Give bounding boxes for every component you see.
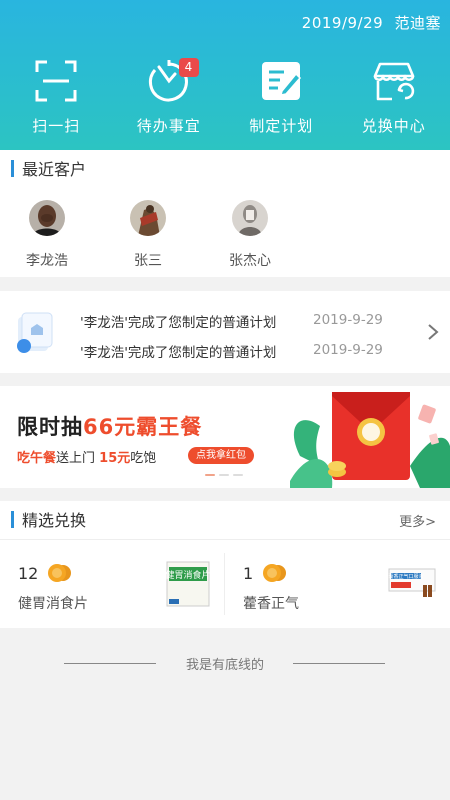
featured-exchange-title-text: 精选兑换	[22, 511, 87, 530]
end-of-list-indicator: 我是有底线的	[0, 652, 450, 674]
avatar	[29, 200, 65, 236]
points: 1	[243, 563, 287, 583]
recent-customers-title: 最近客户	[11, 158, 87, 179]
plan-icon	[262, 62, 302, 100]
divider	[293, 663, 385, 664]
banner-title: 限时抽66元霸王餐	[17, 411, 202, 441]
promo-banner[interactable]: 限时抽66元霸王餐 吃午餐送上门 15元吃饱 点我拿红包	[0, 386, 450, 488]
plan-button[interactable]: 制定计划	[225, 58, 338, 136]
section-marker	[11, 510, 14, 528]
todo-button[interactable]: 4 待办事宜	[113, 58, 226, 136]
todo-label: 待办事宜	[136, 117, 201, 135]
header: 2019/9/29 范迪塞 扫一扫 4 待办事宜 制定计划 兑换中心	[0, 0, 450, 150]
divider	[0, 539, 450, 540]
banner-sub-amount: 15元	[99, 451, 131, 466]
customer-item[interactable]: 张杰心	[205, 200, 295, 270]
banner-sub-highlight: 吃午餐	[17, 451, 57, 466]
user-name[interactable]: 范迪塞	[394, 14, 441, 32]
product-pack-text: 藿香正气口服液	[388, 573, 423, 580]
coin-icon	[48, 564, 72, 582]
customer-item[interactable]: 李龙浩	[2, 200, 92, 270]
header-date: 2019/9/29	[301, 14, 384, 32]
todo-badge: 4	[178, 58, 199, 77]
quick-actions: 扫一扫 4 待办事宜 制定计划 兑换中心	[0, 58, 450, 136]
featured-exchange-section: 精选兑换 更多> 12 健胃消食片 健胃消食片 1 藿香正气 藿香正气口服液	[0, 501, 450, 628]
notice-document-icon	[17, 312, 53, 353]
banner-sub-end: 吃饱	[130, 451, 157, 466]
red-envelope-illustration	[290, 392, 450, 488]
points-value: 1	[243, 563, 254, 583]
recent-customers-title-text: 最近客户	[22, 160, 87, 179]
customer-name: 张三	[134, 253, 162, 269]
product-image: 健胃消食片	[166, 561, 210, 607]
scan-button[interactable]: 扫一扫	[0, 58, 113, 136]
avatar	[130, 200, 166, 236]
more-link[interactable]: 更多>	[399, 511, 436, 530]
banner-title-prefix: 限时抽	[17, 415, 83, 439]
chevron-right-icon[interactable]	[426, 324, 440, 340]
notification-text: '李龙浩'完成了您制定的普通计划	[80, 345, 277, 361]
plan-label: 制定计划	[249, 117, 314, 135]
exchange-item[interactable]: 12 健胃消食片 健胃消食片	[0, 549, 224, 619]
header-info: 2019/9/29 范迪塞	[296, 12, 441, 33]
exchange-center-label: 兑换中心	[361, 117, 426, 135]
notification-date: 2019-9-29	[313, 342, 383, 358]
exchange-item[interactable]: 1 藿香正气 藿香正气口服液	[225, 549, 449, 619]
notifications-panel[interactable]: '李龙浩'完成了您制定的普通计划 2019-9-29 '李龙浩'完成了您制定的普…	[0, 291, 450, 373]
get-red-packet-button[interactable]: 点我拿红包	[188, 447, 254, 464]
product-name: 藿香正气	[243, 596, 299, 612]
customer-item[interactable]: 张三	[103, 200, 193, 270]
banner-dot[interactable]	[233, 474, 243, 476]
customer-name: 张杰心	[229, 253, 271, 269]
banner-pagination	[205, 474, 243, 476]
banner-dot[interactable]	[219, 474, 229, 476]
product-name: 健胃消食片	[18, 596, 88, 612]
store-icon	[373, 62, 415, 101]
banner-sub-middle: 送上门	[56, 451, 100, 466]
recent-customers-section: 最近客户 李龙浩 张三 张杰心	[0, 150, 450, 277]
featured-exchange-title: 精选兑换	[11, 509, 87, 530]
scan-label: 扫一扫	[32, 117, 81, 135]
exchange-center-button[interactable]: 兑换中心	[338, 58, 450, 136]
scan-icon	[35, 60, 77, 102]
banner-title-highlight: 66元霸王餐	[83, 415, 203, 439]
avatar	[232, 200, 268, 236]
customer-name: 李龙浩	[26, 253, 68, 269]
notification-text: '李龙浩'完成了您制定的普通计划	[80, 315, 277, 331]
banner-dot[interactable]	[205, 474, 215, 476]
banner-subtitle: 吃午餐送上门 15元吃饱	[17, 447, 156, 466]
points: 12	[18, 563, 72, 583]
coin-icon	[263, 564, 287, 582]
notification-date: 2019-9-29	[313, 312, 383, 328]
points-value: 12	[18, 563, 39, 583]
product-pack-text: 健胃消食片	[166, 569, 210, 581]
section-marker	[11, 159, 14, 177]
product-image: 藿香正气口服液	[388, 568, 436, 597]
